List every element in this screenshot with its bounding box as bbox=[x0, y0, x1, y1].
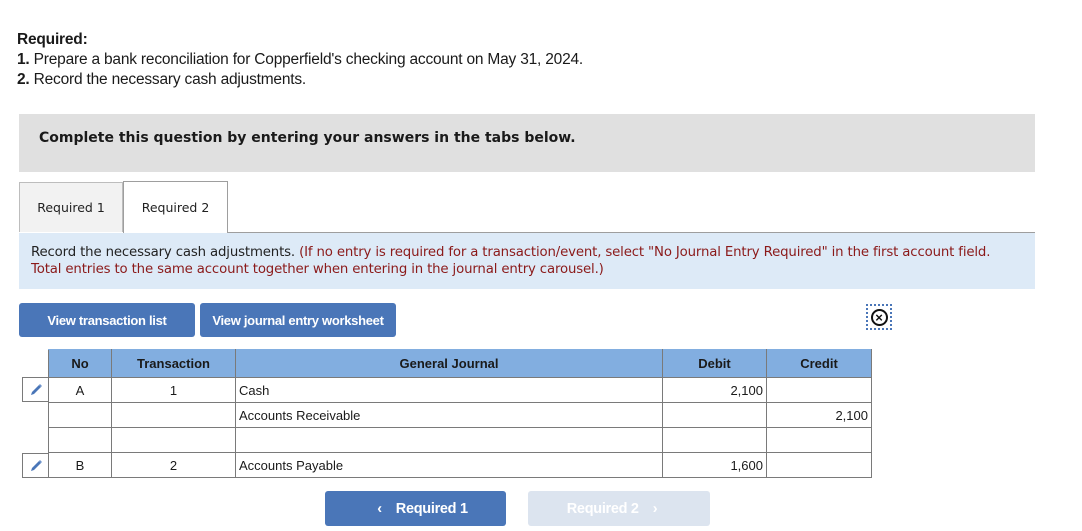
cell-transaction bbox=[111, 427, 236, 453]
cell-transaction: 2 bbox=[111, 452, 236, 478]
cell-debit bbox=[662, 402, 767, 428]
cell-transaction bbox=[111, 402, 236, 428]
cell-credit: 2,100 bbox=[766, 402, 872, 428]
chevron-right-icon: › bbox=[652, 500, 658, 517]
table-row bbox=[48, 427, 872, 453]
edit-entry-b-button[interactable] bbox=[22, 453, 48, 478]
cell-account: Accounts Payable bbox=[235, 452, 663, 478]
table-row: B 2 Accounts Payable 1,600 bbox=[48, 452, 872, 478]
requirements: Required: 1. Prepare a bank reconciliati… bbox=[17, 30, 583, 90]
instructions: Record the necessary cash adjustments. (… bbox=[19, 233, 1035, 289]
close-button[interactable]: × bbox=[866, 304, 892, 330]
pencil-icon bbox=[30, 459, 42, 471]
cell-debit: 1,600 bbox=[662, 452, 767, 478]
header-no: No bbox=[48, 349, 112, 378]
instruction-banner: Complete this question by entering your … bbox=[19, 114, 1035, 172]
header-debit: Debit bbox=[662, 349, 767, 378]
table-row: Accounts Receivable 2,100 bbox=[48, 402, 872, 428]
cell-debit bbox=[662, 427, 767, 453]
requirement-2: 2. Record the necessary cash adjustments… bbox=[17, 71, 307, 88]
cell-account: Cash bbox=[235, 377, 663, 403]
table-header-row: No Transaction General Journal Debit Cre… bbox=[48, 349, 872, 378]
cell-no bbox=[48, 402, 112, 428]
cell-account: Accounts Receivable bbox=[235, 402, 663, 428]
cell-credit bbox=[766, 427, 872, 453]
general-journal-table: No Transaction General Journal Debit Cre… bbox=[48, 349, 872, 478]
table-row: A 1 Cash 2,100 bbox=[48, 377, 872, 403]
pencil-icon bbox=[30, 383, 42, 395]
prev-button-label: Required 1 bbox=[395, 500, 468, 517]
instruction-main: Record the necessary cash adjustments. bbox=[31, 245, 296, 260]
tab-required-1[interactable]: Required 1 bbox=[19, 182, 123, 232]
required-title: Required: bbox=[17, 31, 88, 48]
cell-transaction: 1 bbox=[111, 377, 236, 403]
cell-no bbox=[48, 427, 112, 453]
cell-debit: 2,100 bbox=[662, 377, 767, 403]
cell-no: A bbox=[48, 377, 112, 403]
tab-required-2[interactable]: Required 2 bbox=[123, 181, 228, 233]
header-transaction: Transaction bbox=[111, 349, 236, 378]
chevron-left-icon: ‹ bbox=[377, 500, 382, 517]
next-required-2-button[interactable]: Required 2 › bbox=[528, 491, 710, 526]
cell-account bbox=[235, 427, 663, 453]
banner-text: Complete this question by entering your … bbox=[39, 130, 576, 146]
next-button-label: Required 2 bbox=[566, 500, 639, 517]
cell-credit bbox=[766, 377, 872, 403]
view-journal-entry-worksheet-button[interactable]: View journal entry worksheet bbox=[200, 303, 396, 337]
cell-credit bbox=[766, 452, 872, 478]
edit-entry-a-button[interactable] bbox=[22, 377, 48, 402]
header-credit: Credit bbox=[766, 349, 872, 378]
cell-no: B bbox=[48, 452, 112, 478]
requirement-1: 1. Prepare a bank reconciliation for Cop… bbox=[17, 51, 584, 68]
view-transaction-list-button[interactable]: View transaction list bbox=[19, 303, 195, 337]
close-circle-icon: × bbox=[870, 308, 888, 326]
header-general-journal: General Journal bbox=[235, 349, 663, 378]
prev-required-1-button[interactable]: ‹ Required 1 bbox=[325, 491, 506, 526]
